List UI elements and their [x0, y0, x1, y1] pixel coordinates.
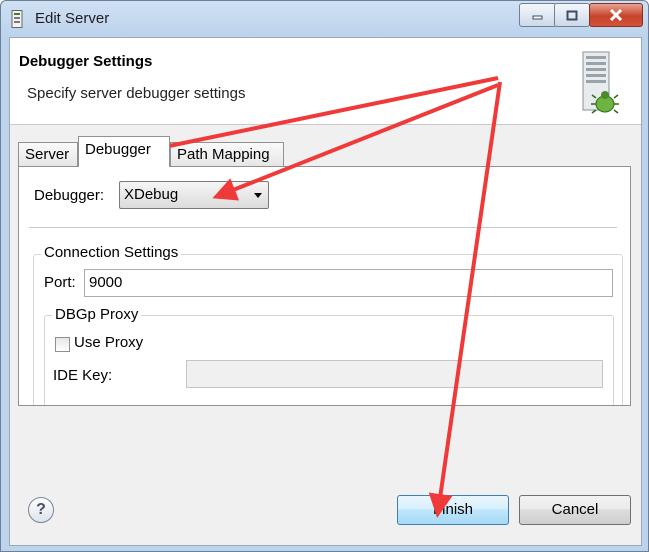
tab-server[interactable]: Server [18, 142, 78, 166]
window-title: Edit Server [35, 10, 110, 27]
tab-debugger[interactable]: Debugger [78, 136, 170, 167]
ide-key-input[interactable] [186, 360, 603, 388]
connection-settings-title: Connection Settings [41, 244, 182, 261]
header-description: Specify server debugger settings [27, 85, 246, 102]
finish-button[interactable]: Finish [397, 495, 509, 525]
ide-key-label: IDE Key: [53, 367, 113, 384]
maximize-button[interactable] [554, 3, 590, 27]
debugger-label: Debugger: [34, 187, 105, 204]
minimize-button[interactable] [519, 3, 557, 27]
dialog-body: Debugger Settings Specify server debugge… [9, 37, 642, 546]
close-button[interactable] [589, 3, 643, 27]
close-icon [609, 9, 623, 21]
use-proxy-checkbox[interactable] [55, 337, 70, 352]
tab-server-label: Server [25, 146, 70, 163]
debugger-panel: Debugger: XDebug Connection Settings Por… [18, 166, 631, 406]
port-input[interactable]: 9000 [84, 269, 613, 297]
help-icon: ? [36, 501, 46, 518]
tab-path-mapping[interactable]: Path Mapping [170, 142, 284, 166]
maximize-icon [566, 10, 578, 20]
server-debug-icon [582, 51, 619, 114]
dbgp-proxy-title: DBGp Proxy [52, 306, 142, 323]
edit-server-dialog: Edit Server Debugger Settings Specify se… [0, 0, 649, 552]
minimize-icon [532, 15, 543, 20]
dialog-header: Debugger Settings Specify server debugge… [10, 38, 641, 125]
tab-path-mapping-label: Path Mapping [177, 146, 270, 163]
port-label: Port: [44, 274, 76, 291]
tab-debugger-label: Debugger [85, 141, 151, 158]
divider [29, 227, 617, 228]
use-proxy-label: Use Proxy [74, 334, 144, 351]
debugger-select[interactable]: XDebug [119, 181, 269, 209]
chevron-down-icon [254, 193, 262, 198]
help-button[interactable]: ? [28, 497, 54, 523]
debugger-select-value: XDebug [124, 186, 179, 203]
header-title: Debugger Settings [19, 53, 153, 70]
cancel-button[interactable]: Cancel [519, 495, 631, 525]
app-icon [11, 10, 23, 28]
title-bar[interactable]: Edit Server [1, 1, 648, 37]
